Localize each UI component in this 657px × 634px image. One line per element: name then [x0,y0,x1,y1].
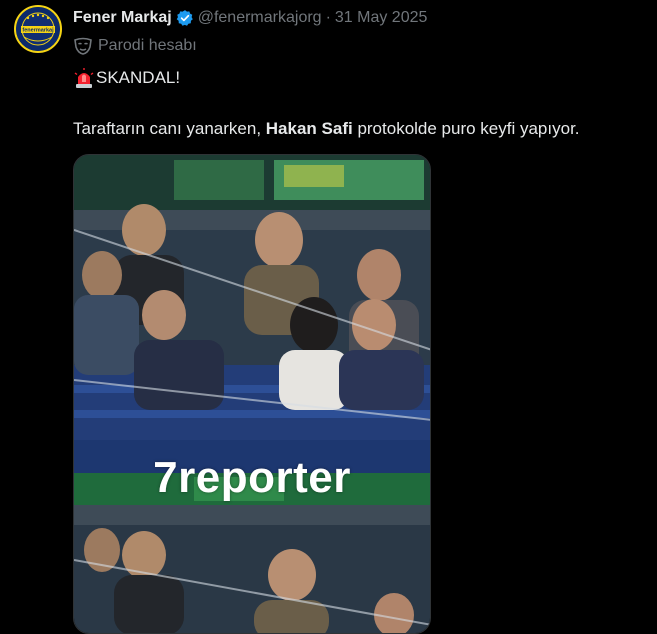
tweet-headline: SKANDAL! [96,68,181,87]
avatar-logo: fenermarkaj [16,7,60,51]
display-name[interactable]: Fener Markaj [73,9,172,27]
tweet-text-bold-name: Hakan Safi [265,119,353,138]
siren-emoji-icon [73,67,95,89]
verified-badge-icon[interactable] [176,9,194,27]
avatar[interactable]: fenermarkaj [14,5,62,53]
tweet-media-image[interactable]: 7reporter [73,154,431,634]
parody-mask-icon [73,37,93,55]
tweet-line-2: Taraftarın canı yanarken, Hakan Safi pro… [73,119,580,139]
svg-text:fenermarkaj: fenermarkaj [22,28,54,34]
handle[interactable]: @fenermarkajorg [198,9,322,27]
tweet-text-prefix: Taraftarın canı yanarken, [73,119,266,138]
media-watermark: 7reporter [153,453,351,502]
tweet-header: Fener Markaj @fenermarkajorg · 31 May 20… [73,8,427,28]
parody-label: Parodi hesabı [73,37,197,55]
separator: · [325,9,331,26]
tweet-text-suffix: protokolde puro keyfi yapıyor. [352,119,580,138]
tweet-line-1: SKANDAL! [73,67,180,89]
timestamp[interactable]: 31 May 2025 [335,9,428,27]
stadium-photo [74,155,430,633]
parody-text: Parodi hesabı [98,37,197,54]
